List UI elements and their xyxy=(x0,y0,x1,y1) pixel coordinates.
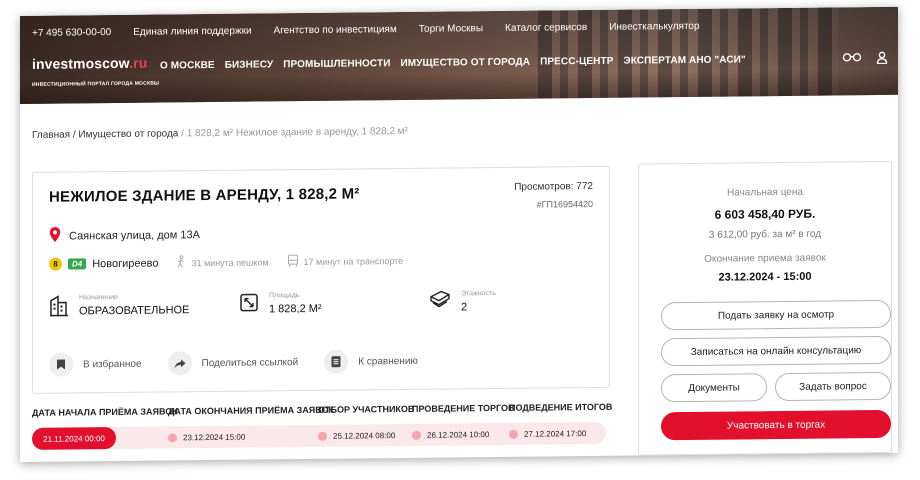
compare-button[interactable]: К сравнению xyxy=(324,349,418,374)
transport-text: 17 минут на транспорте xyxy=(303,255,404,267)
spec-floors: Этажность 2 xyxy=(429,289,619,318)
share-label: Поделиться ссылкой xyxy=(201,356,299,369)
listing-actions: В избранное Поделиться ссылкой К сравнен… xyxy=(49,349,418,377)
spec-floors-value: 2 xyxy=(461,301,468,314)
agency-link[interactable]: Агентство по инвестициям xyxy=(274,24,397,36)
spec-floors-label: Этажность xyxy=(461,290,496,298)
compare-icon xyxy=(324,349,349,374)
metro-line-badge: 8 xyxy=(49,257,62,271)
nav-business[interactable]: БИЗНЕСУ xyxy=(225,59,274,71)
start-price: 6 603 458,40 РУБ. xyxy=(714,206,816,222)
header-icons xyxy=(842,51,888,65)
share-button[interactable]: Поделиться ссылкой xyxy=(167,350,299,376)
listing-code: #ГП16954420 xyxy=(536,198,593,210)
transport-icon xyxy=(287,254,299,269)
timeline-bar: 21.11.2024 00:00 23.12.2024 15:00 25.12.… xyxy=(32,421,606,450)
site-logo[interactable]: investmoscow.ru xyxy=(32,55,147,72)
timeline-dot xyxy=(168,432,177,442)
start-price-label: Начальная цена xyxy=(727,186,803,199)
timeline-dot xyxy=(509,429,518,439)
auctions-link[interactable]: Торги Москвы xyxy=(419,23,483,35)
deadline-value: 23.12.2024 - 15:00 xyxy=(718,270,812,284)
property-specs: Назначение ОБРАЗОВАТЕЛЬНОЕ Площадь 1 828… xyxy=(49,289,619,322)
timeline-date-results: 27.12.2024 17:00 xyxy=(524,428,587,439)
calculator-link[interactable]: Инвесткалькулятор xyxy=(609,21,699,33)
listing-card: НЕЖИЛОЕ ЗДАНИЕ В АРЕНДУ, 1 828,2 М² Прос… xyxy=(32,165,610,394)
services-link[interactable]: Каталог сервисов xyxy=(505,22,587,34)
timeline-head-start: ДАТА НАЧАЛА ПРИЁМА ЗАЯВОК xyxy=(32,406,178,418)
favorite-button[interactable]: В избранное xyxy=(49,352,142,377)
walking-icon xyxy=(176,255,186,270)
mcd-line-badge: D4 xyxy=(68,258,87,270)
location-pin-icon xyxy=(49,227,61,246)
address-text: Саянская улица, дом 13А xyxy=(69,228,200,242)
logo-text: investmoscow xyxy=(32,54,130,72)
area-icon xyxy=(239,292,259,319)
deadline-label: Окончание приема заявок xyxy=(704,252,826,265)
nav-press[interactable]: ПРЕСС-ЦЕНТР xyxy=(540,56,613,68)
timeline-date-end: 23.12.2024 15:00 xyxy=(183,432,246,442)
inspection-request-button[interactable]: Подать заявку на осмотр xyxy=(661,299,891,331)
breadcrumb: Главная / Имущество от города / 1 828,2 … xyxy=(32,126,408,141)
metro-row: 8 D4 Новогиреево 31 минута пешком 17 мин… xyxy=(49,253,403,272)
page: +7 495 630-00-00 Единая линия поддержки … xyxy=(20,6,898,463)
timeline-head-auction: ПРОВЕДЕНИЕ ТОРГОВ xyxy=(412,402,515,414)
nav-city-property[interactable]: ИМУЩЕСТВО ОТ ГОРОДА xyxy=(400,57,530,69)
nav-industry[interactable]: ПРОМЫШЛЕННОСТИ xyxy=(283,58,390,70)
metro-station: Новогиреево xyxy=(92,257,159,270)
documents-button[interactable]: Документы xyxy=(661,373,767,403)
building-icon xyxy=(49,294,69,321)
breadcrumb-home[interactable]: Главная xyxy=(32,129,70,140)
logo-domain: .ru xyxy=(129,54,148,71)
timeline-date-auction: 26.12.2024 10:00 xyxy=(427,429,490,440)
share-icon xyxy=(167,351,192,376)
spec-area: Площадь 1 828,2 М² xyxy=(239,291,429,320)
online-consultation-button[interactable]: Записаться на онлайн консультацию xyxy=(661,335,891,367)
transport-time: 17 минут на транспорте xyxy=(287,253,404,269)
timeline-head-selection: ОТБОР УЧАСТНИКОВ xyxy=(318,403,415,415)
spec-purpose-value: ОБРАЗОВАТЕЛЬНОЕ xyxy=(79,304,190,318)
ask-question-button[interactable]: Задать вопрос xyxy=(775,371,891,402)
timeline-step-end: 23.12.2024 15:00 xyxy=(168,426,245,449)
price-per-m2: 3 612,00 руб. за м² в год xyxy=(708,228,822,241)
page-title: НЕЖИЛОЕ ЗДАНИЕ В АРЕНДУ, 1 828,2 М² xyxy=(49,185,360,206)
logo-subtitle: ИНВЕСТИЦИОННЫЙ ПОРТАЛ ГОРОДА МОСКВЫ xyxy=(32,80,160,88)
breadcrumb-current: / 1 828,2 м² Нежилое здание в аренду, 1 … xyxy=(178,125,408,140)
timeline-date-selection: 25.12.2024 08:00 xyxy=(333,430,396,441)
timeline-dot xyxy=(412,430,421,440)
timeline-date-start: 21.11.2024 00:00 xyxy=(32,426,116,450)
timeline-step-selection: 25.12.2024 08:00 xyxy=(318,424,395,447)
compare-label: К сравнению xyxy=(358,355,418,367)
timeline-head-results: ПОДВЕДЕНИЕ ИТОГОВ xyxy=(509,401,613,413)
price-sidebar: Начальная цена 6 603 458,40 РУБ. 3 612,0… xyxy=(638,160,892,456)
timeline-head-end: ДАТА ОКОНЧАНИЯ ПРИЁМА ЗАЯВОК xyxy=(168,404,334,417)
user-icon[interactable] xyxy=(876,51,888,65)
nav-about-moscow[interactable]: О МОСКВЕ xyxy=(160,60,215,72)
spec-area-label: Площадь xyxy=(269,292,300,300)
timeline-headers: ДАТА НАЧАЛА ПРИЁМА ЗАЯВОК ДАТА ОКОНЧАНИЯ… xyxy=(32,402,612,418)
views-count: Просмотров: 772 xyxy=(514,180,593,193)
glasses-icon[interactable] xyxy=(842,51,862,64)
address-row: Саянская улица, дом 13А xyxy=(49,225,200,246)
floors-icon xyxy=(429,290,451,317)
timeline-step-auction: 26.12.2024 10:00 xyxy=(412,423,489,446)
spec-area-value: 1 828,2 М² xyxy=(269,302,322,316)
timeline-dot xyxy=(318,431,327,441)
bookmark-icon xyxy=(49,352,73,377)
spec-purpose-label: Назначение xyxy=(79,293,118,302)
timeline-step-results: 27.12.2024 17:00 xyxy=(509,422,586,445)
breadcrumb-section[interactable]: Имущество от города xyxy=(78,128,178,140)
favorite-label: В избранное xyxy=(83,358,142,370)
nav-experts[interactable]: ЭКСПЕРТАМ АНО "АСИ" xyxy=(624,54,746,66)
phone-link[interactable]: +7 495 630-00-00 xyxy=(32,27,111,39)
site-header: +7 495 630-00-00 Единая линия поддержки … xyxy=(20,6,898,105)
participate-button[interactable]: Участвовать в торгах xyxy=(661,409,891,441)
support-link[interactable]: Единая линия поддержки xyxy=(133,26,251,38)
walk-time: 31 минута пешком xyxy=(176,254,269,270)
walk-text: 31 минута пешком xyxy=(191,256,269,268)
spec-purpose: Назначение ОБРАЗОВАТЕЛЬНОЕ xyxy=(49,293,239,322)
